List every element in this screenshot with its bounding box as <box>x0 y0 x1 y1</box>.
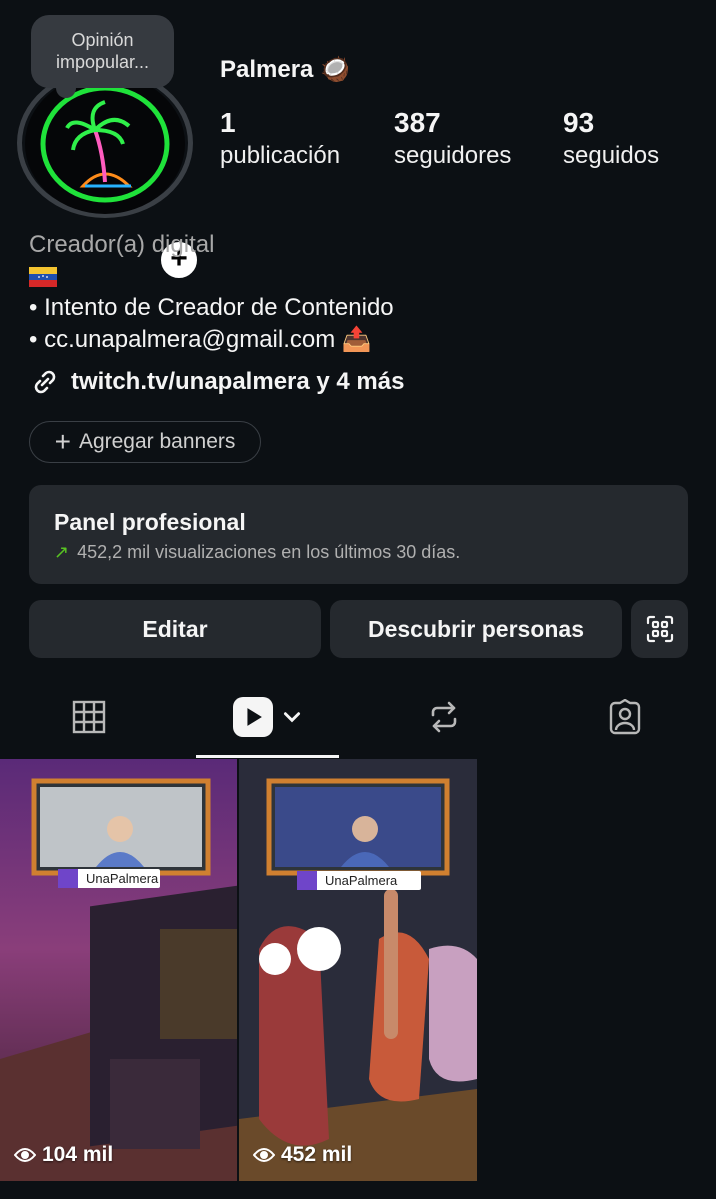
avatar-image <box>25 74 185 214</box>
stat-value: 387 <box>394 107 441 138</box>
plus-icon: + <box>54 426 71 457</box>
tab-posts[interactable] <box>29 676 149 758</box>
professional-dashboard[interactable]: Panel profesional ↗ 452,2 mil visualizac… <box>29 485 688 584</box>
panel-subtitle: 452,2 mil visualizaciones en los últimos… <box>77 542 461 562</box>
add-banners-label: Agregar banners <box>78 430 236 453</box>
reposts-icon <box>431 701 457 733</box>
note-bubble[interactable]: Opinión impopular... <box>31 15 174 98</box>
twitch-icon <box>58 869 78 888</box>
bio-flag-line <box>29 260 689 292</box>
venezuela-flag-icon <box>29 266 57 287</box>
twitch-overlay-label: UnaPalmera <box>58 869 160 888</box>
bio-link[interactable]: twitch.tv/unapalmera y 4 más <box>29 366 404 398</box>
reel-thumbnail[interactable]: UnaPalmera 104 mil <box>0 759 237 1181</box>
coconut-emoji: 🥥 <box>320 56 350 83</box>
followers-stat[interactable]: 387 seguidores <box>394 107 511 170</box>
reel-preview-image <box>0 759 237 1181</box>
stat-label: publicación <box>220 142 341 169</box>
stat-value: 1 <box>220 107 236 138</box>
profile-name-text: Palmera <box>220 56 314 83</box>
edit-profile-button[interactable]: Editar <box>29 600 321 658</box>
view-count: 452 mil <box>253 1143 352 1167</box>
stat-label: seguidores <box>394 142 512 169</box>
view-count-text: 452 mil <box>281 1143 353 1166</box>
eye-icon <box>14 1148 36 1162</box>
link-icon <box>34 370 56 394</box>
view-count-text: 104 mil <box>42 1143 114 1166</box>
bio: Creador(a) digital • Intento de Creador … <box>29 230 689 356</box>
panel-subtitle-row: ↗ 452,2 mil visualizaciones en los últim… <box>54 542 663 563</box>
following-stat[interactable]: 93 seguidos <box>563 107 659 170</box>
stat-value: 93 <box>563 107 595 138</box>
bio-line-1: • Intento de Creador de Contenido <box>29 294 394 321</box>
reels-icon <box>232 697 273 737</box>
profile-tabs <box>0 676 716 758</box>
bio-email[interactable]: • cc.unapalmera@gmail.com <box>29 326 335 353</box>
eye-icon <box>253 1148 275 1162</box>
panel-title: Panel profesional <box>54 509 246 535</box>
twitch-icon <box>297 871 317 890</box>
bio-link-text: twitch.tv/unapalmera y 4 más <box>71 368 405 395</box>
outbox-emoji: 📤 <box>341 326 372 353</box>
chevron-down-icon <box>283 712 300 723</box>
tab-reels[interactable] <box>196 676 339 758</box>
trend-up-icon: ↗ <box>54 542 70 562</box>
posts-count-stat[interactable]: 1 publicación <box>220 107 340 170</box>
profile-stats: 1 publicación 387 seguidores 93 seguidos <box>220 107 690 177</box>
active-tab-indicator <box>196 755 339 758</box>
stat-label: seguidos <box>563 142 660 169</box>
grid-icon <box>72 700 106 734</box>
reel-preview-image <box>239 759 477 1181</box>
profile-avatar[interactable]: + <box>17 68 201 282</box>
reel-thumbnail[interactable]: UnaPalmera 452 mil <box>239 759 477 1181</box>
bio-category: Creador(a) digital <box>29 231 215 258</box>
qr-code-button[interactable] <box>631 600 688 658</box>
view-count: 104 mil <box>14 1143 113 1167</box>
profile-name: Palmera 🥥 <box>220 55 350 84</box>
twitch-username: UnaPalmera <box>86 871 159 886</box>
tab-reposts[interactable] <box>384 676 504 758</box>
tab-tagged[interactable] <box>565 676 685 758</box>
qr-code-icon <box>646 615 673 643</box>
tagged-icon <box>609 699 641 735</box>
bio-line-2: • cc.unapalmera@gmail.com 📤 <box>29 324 689 356</box>
discover-people-button[interactable]: Descubrir personas <box>330 600 622 658</box>
add-banners-button[interactable]: + Agregar banners <box>29 421 261 463</box>
twitch-overlay-label: UnaPalmera <box>297 871 421 890</box>
reels-grid: UnaPalmera 104 mil UnaPalmera 452 mil <box>0 759 716 1181</box>
twitch-username: UnaPalmera <box>325 873 398 888</box>
